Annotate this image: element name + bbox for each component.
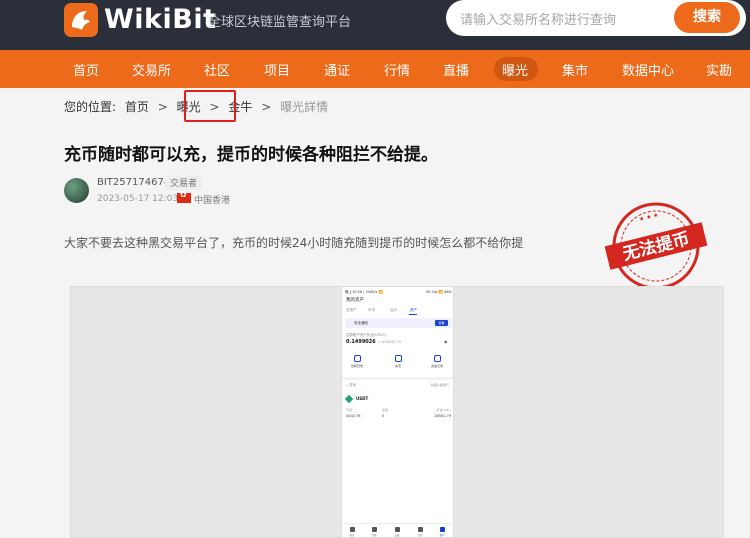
logo-slogan: 全球区块链监管查询平台 xyxy=(208,15,352,30)
phone-balance-value: 0.1499026 xyxy=(346,339,376,345)
phone-action-deposit: 充币 xyxy=(391,355,405,368)
deposit-icon xyxy=(394,355,402,362)
nav-item-market[interactable]: 行情 xyxy=(384,60,410,79)
nav-item-tokens[interactable]: 通证 xyxy=(324,60,350,79)
phone-action-label: 资金记录 xyxy=(430,364,443,368)
phone-nav-futures: 合约 xyxy=(412,527,428,537)
phone-status-right: 5G Cat 📶 66% xyxy=(425,290,452,294)
phone-value: 28581.79 xyxy=(434,414,451,418)
logo-text[interactable]: WikiBit xyxy=(104,4,217,35)
nav-item-bazaar[interactable]: 集市 xyxy=(562,60,588,79)
phone-tab: 合约 xyxy=(390,308,397,312)
phone-search-label: 搜索 xyxy=(349,383,357,387)
cannot-withdraw-stamp-icon: ★ ★ ★ 无法提币 xyxy=(604,198,708,294)
phone-nav-label: 行情 xyxy=(371,534,377,537)
phone-title: 我的资产 xyxy=(346,298,364,303)
phone-balance-label: 估算账户资产折合(USDT) xyxy=(346,333,387,337)
breadcrumb-separator: > xyxy=(157,100,168,114)
phone-action-label: 划转历史 xyxy=(350,364,363,368)
nav-item-home[interactable]: 首页 xyxy=(73,60,99,79)
nav-item-survey[interactable]: 实勘 xyxy=(706,60,732,79)
main-nav: 首页 交易所 社区 项目 通证 行情 直播 曝光 集市 数据中心 实勘 xyxy=(0,50,750,88)
nav-item-live[interactable]: 直播 xyxy=(443,60,469,79)
phone-value: 4002.76 xyxy=(346,414,361,418)
svg-text:★ ★ ★: ★ ★ ★ xyxy=(638,212,659,224)
phone-balance-sub: ≈ ¥38000.70 xyxy=(378,340,401,344)
phone-tab-active: 资产 xyxy=(410,308,417,312)
highlight-box xyxy=(184,90,236,122)
breadcrumb-current: 曝光詳情 xyxy=(280,100,329,114)
nav-item-community[interactable]: 社区 xyxy=(204,60,230,79)
phone-tab: 总资产 xyxy=(346,308,357,312)
phone-banner-button: 查看 xyxy=(435,320,448,326)
eye-icon: ◉ xyxy=(444,339,448,344)
phone-status-bar: 晚上10:56 | 340K/s 📶 5G Cat 📶 66% xyxy=(345,290,452,295)
post-date: 2023-05-17 12:03 xyxy=(97,194,179,204)
role-badge: 交易者 xyxy=(165,175,203,190)
phone-tab: 币币 xyxy=(368,308,375,312)
phone-nav-label: 资产 xyxy=(439,534,445,537)
breadcrumb-home[interactable]: 首页 xyxy=(125,98,149,115)
region-label: 中国香港 xyxy=(194,196,231,206)
breadcrumb-separator: > xyxy=(261,100,272,114)
phone-action-label: 充币 xyxy=(394,364,401,368)
breadcrumb-prefix: 您的位置: xyxy=(64,100,117,114)
phone-nav-label: 首页 xyxy=(349,534,355,537)
nav-item-projects[interactable]: 项目 xyxy=(264,60,290,79)
records-icon xyxy=(433,355,441,362)
stamp-text: 无法提币 xyxy=(620,228,692,265)
phone-tab-underline xyxy=(409,314,417,315)
phone-divider xyxy=(342,377,453,380)
phone-nav-market: 行情 xyxy=(366,527,382,537)
hong-kong-flag-icon xyxy=(177,190,191,203)
phone-screenshot[interactable]: 晚上10:56 | 340K/s 📶 5G Cat 📶 66% 我的资产 总资产… xyxy=(341,286,454,538)
article-title: 充币随时都可以充，提币的时候各种阻拦不给提。 xyxy=(64,145,438,165)
nav-item-exposure[interactable]: 曝光 xyxy=(502,60,528,79)
search-button[interactable]: 搜索 xyxy=(674,2,740,33)
phone-status-left: 晚上10:56 | 340K/s 📶 xyxy=(345,290,383,294)
phone-search: ⌕ 搜索 xyxy=(346,383,357,387)
phone-nav-home: 首页 xyxy=(344,527,360,537)
search-box[interactable]: 请输入交易所名称进行查询 搜索 xyxy=(446,0,746,36)
phone-nav-label: 合约 xyxy=(417,534,423,537)
history-icon xyxy=(353,355,361,362)
phone-action-records: 资金记录 xyxy=(430,355,444,368)
top-bar: WikiBit 全球区块链监管查询平台 请输入交易所名称进行查询 搜索 xyxy=(0,0,750,50)
home-icon xyxy=(349,527,355,532)
phone-banner-text: 安全通知 xyxy=(354,321,368,325)
phone-nav-assets: 资产 xyxy=(434,527,450,537)
phone-filter: 隐藏小额资产 xyxy=(430,383,449,387)
usdt-icon xyxy=(344,394,354,404)
phone-nav-label: 交易 xyxy=(394,534,400,537)
phone-bottom-nav: 首页 行情 交易 合约 资产 xyxy=(342,523,453,538)
phone-action-history: 划转历史 xyxy=(350,355,364,368)
phone-coin-name: USDT xyxy=(356,396,369,401)
phone-banner: 安全通知 查看 xyxy=(345,318,452,328)
phone-column: 冻结 xyxy=(382,408,389,412)
nav-item-exchanges[interactable]: 交易所 xyxy=(132,60,171,79)
nav-item-data-center[interactable]: 数据中心 xyxy=(622,60,674,79)
search-input[interactable]: 请输入交易所名称进行查询 xyxy=(460,9,616,28)
article-body: 大家不要去这种黑交易平台了，充币的时候24小时随充随到提币的时候怎么都不给你提 xyxy=(64,236,524,250)
chart-icon xyxy=(371,527,377,532)
phone-column: 折合(CNY) xyxy=(436,408,451,412)
phone-nav-trade: 交易 xyxy=(389,527,405,537)
wikibit-logo-icon[interactable] xyxy=(64,3,98,37)
phone-column: 可用 xyxy=(346,408,353,412)
futures-icon xyxy=(417,527,423,532)
trade-icon xyxy=(394,527,400,532)
wallet-icon xyxy=(439,527,445,532)
phone-value: 0 xyxy=(382,414,385,418)
avatar[interactable] xyxy=(64,178,89,203)
